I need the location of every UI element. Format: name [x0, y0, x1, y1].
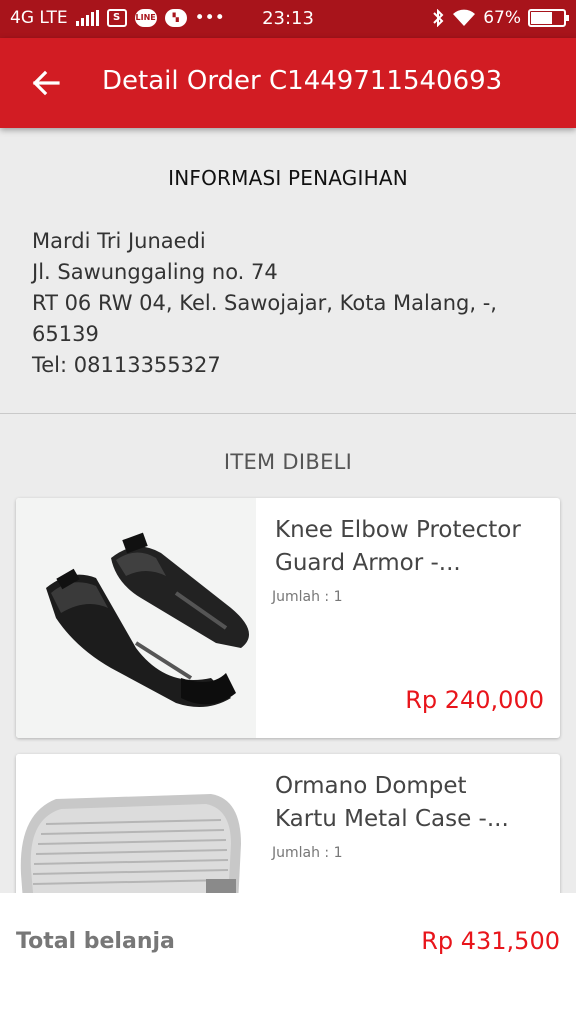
item-name-line2: Guard Armor -...: [275, 550, 461, 576]
total-label: Total belanja: [16, 929, 175, 954]
items-heading: ITEM DIBELI: [223, 450, 353, 474]
billing-name: Mardi Tri Junaedi: [32, 229, 206, 253]
battery-fill: [531, 12, 552, 24]
billing-heading: INFORMASI PENAGIHAN: [168, 166, 408, 190]
item-name-line1: Ormano Dompet: [275, 773, 467, 799]
billing-area: RT 06 RW 04, Kel. Sawojajar, Kota Malang…: [32, 291, 497, 315]
bluetooth-icon: [433, 9, 444, 27]
billing-section: INFORMASI PENAGIHAN Mardi Tri Junaedi Jl…: [0, 128, 576, 414]
item-price: Rp 240,000: [405, 686, 544, 714]
item-name: Ormano Dompet Kartu Metal Case -...: [275, 770, 545, 836]
item-quantity: Jumlah : 1: [272, 845, 343, 861]
app-bar: Detail Order C1449711540693: [0, 38, 576, 128]
billing-postal: 65139: [32, 322, 99, 346]
item-name: Knee Elbow Protector Guard Armor -...: [275, 514, 545, 580]
battery-icon: [528, 9, 569, 27]
billing-phone: Tel: 08113355327: [32, 353, 221, 377]
page-title: Detail Order C1449711540693: [102, 66, 503, 96]
item-quantity: Jumlah : 1: [272, 589, 343, 605]
total-amount: Rp 431,500: [421, 927, 560, 955]
billing-address: Mardi Tri Junaedi Jl. Sawunggaling no. 7…: [32, 226, 497, 381]
billing-street: Jl. Sawunggaling no. 74: [32, 260, 278, 284]
status-bar: 4G LTE S LINE ▚ ••• 23:13 67%: [0, 0, 576, 38]
product-image-knee-guard: [16, 498, 256, 738]
item-name-line2: Kartu Metal Case -...: [275, 806, 509, 832]
item-name-line1: Knee Elbow Protector: [275, 517, 521, 543]
battery-percent: 67%: [483, 8, 521, 28]
arrow-left-icon[interactable]: [28, 65, 64, 101]
total-footer: Total belanja Rp 431,500: [0, 893, 576, 1024]
wifi-icon: [453, 9, 476, 26]
order-item-card[interactable]: Knee Elbow Protector Guard Armor -... Ju…: [16, 498, 560, 738]
